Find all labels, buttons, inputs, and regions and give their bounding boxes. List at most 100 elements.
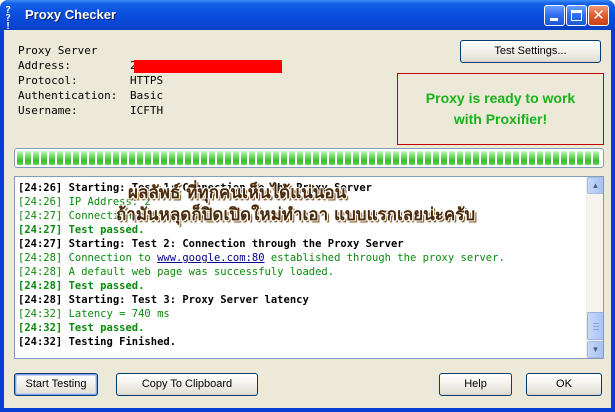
client-area: Proxy Server Address:2 Protocol:HTTPS Au…	[4, 30, 611, 408]
progress-segment	[65, 151, 71, 165]
progress-segment	[393, 151, 399, 165]
start-testing-button[interactable]: Start Testing	[14, 373, 98, 396]
info-label: Protocol:	[18, 74, 78, 87]
close-button[interactable]: ✕	[588, 5, 609, 26]
scroll-up-button[interactable]: ▲	[587, 177, 603, 194]
progress-segment	[289, 151, 295, 165]
info-label: Username:	[18, 104, 78, 117]
progress-segment	[161, 151, 167, 165]
log-line: [24:28] Test passed.	[18, 280, 145, 292]
progress-segment	[121, 151, 127, 165]
progress-segment	[417, 151, 423, 165]
log-line: [24:32] Latency = 740 ms	[18, 308, 170, 320]
log-link[interactable]: www.google.com:80	[157, 252, 264, 264]
progress-segment	[193, 151, 199, 165]
progress-segment	[297, 151, 303, 165]
progress-segment	[353, 151, 359, 165]
progress-segment	[585, 151, 591, 165]
progress-segment	[425, 151, 431, 165]
progress-segment	[33, 151, 39, 165]
log-lines: [24:26] Starting: Test 1: Connection to …	[18, 181, 584, 349]
progress-segment	[401, 151, 407, 165]
progress-segment	[113, 151, 119, 165]
progress-segment	[481, 151, 487, 165]
progress-segment	[233, 151, 239, 165]
test-settings-button[interactable]: Test Settings...	[460, 40, 601, 63]
status-line-1: Proxy is ready to work	[425, 90, 576, 106]
progress-segment	[185, 151, 191, 165]
grip-line	[593, 329, 599, 330]
progress-segment	[265, 151, 271, 165]
progress-segment	[449, 151, 455, 165]
progress-segment	[561, 151, 567, 165]
close-icon: ✕	[592, 6, 605, 24]
log-line: [24:27] Test passed.	[18, 224, 145, 236]
info-value: ICFTH	[130, 104, 164, 117]
log-line: [24:28] A default web page was successfu…	[18, 266, 335, 278]
ok-button[interactable]: OK	[526, 373, 602, 396]
progress-segment	[505, 151, 511, 165]
progress-segment	[281, 151, 287, 165]
progress-segment	[409, 151, 415, 165]
progress-segment	[441, 151, 447, 165]
progress-segment	[369, 151, 375, 165]
progress-segment	[225, 151, 231, 165]
title-bar[interactable]: ? ? ! Proxy Checker ✕	[0, 0, 615, 32]
progress-segment	[537, 151, 543, 165]
log-line: [24:32] Test passed.	[18, 322, 145, 334]
progress-segment	[361, 151, 367, 165]
minimize-icon	[550, 18, 558, 21]
log-line: [24:27] Starting: Test 2: Connection thr…	[18, 238, 404, 250]
progress-segment	[89, 151, 95, 165]
progress-segment	[377, 151, 383, 165]
progress-segment	[257, 151, 263, 165]
progress-segment	[497, 151, 503, 165]
window-title: Proxy Checker	[25, 7, 117, 22]
log-line: [24:28] Starting: Test 3: Proxy Server l…	[18, 294, 309, 306]
info-label: Address:	[18, 59, 71, 72]
progress-bar	[14, 148, 604, 168]
app-icon: ? ? !	[5, 5, 11, 32]
progress-segment	[201, 151, 207, 165]
progress-segment	[145, 151, 151, 165]
log-scrollbar[interactable]: ▲ ▼	[586, 177, 603, 358]
proxy-checker-window: ? ? ! Proxy Checker ✕ Proxy Server Addre…	[0, 0, 615, 412]
progress-segment	[57, 151, 63, 165]
progress-segment	[137, 151, 143, 165]
scroll-down-button[interactable]: ▼	[587, 341, 603, 358]
progress-segment	[73, 151, 79, 165]
log-line: [24:27] Connection established	[18, 210, 208, 222]
copy-to-clipboard-button[interactable]: Copy To Clipboard	[116, 373, 258, 396]
info-row-username: Username: ICFTH	[18, 104, 163, 119]
progress-segment	[545, 151, 551, 165]
progress-segment	[577, 151, 583, 165]
info-row-protocol: Protocol: HTTPS	[18, 74, 163, 89]
log-line: [24:26] Starting: Test 1: Connection to …	[18, 182, 373, 194]
progress-segment	[25, 151, 31, 165]
log-panel[interactable]: [24:26] Starting: Test 1: Connection to …	[14, 176, 604, 359]
progress-segment	[209, 151, 215, 165]
scroll-thumb[interactable]	[587, 312, 603, 340]
progress-segment	[177, 151, 183, 165]
progress-segment	[433, 151, 439, 165]
progress-segment	[521, 151, 527, 165]
log-text: [24:28] Connection to	[18, 252, 158, 264]
progress-segment	[529, 151, 535, 165]
log-line: [24:28] Connection to www.google.com:80 …	[18, 251, 584, 265]
info-row-authentication: Authentication: Basic	[18, 89, 163, 104]
maximize-button[interactable]	[566, 5, 587, 26]
info-row-proxy-server: Proxy Server	[18, 44, 163, 59]
progress-segment	[97, 151, 103, 165]
progress-segment	[553, 151, 559, 165]
progress-segment	[593, 151, 599, 165]
progress-segment	[473, 151, 479, 165]
progress-segment	[153, 151, 159, 165]
minimize-button[interactable]	[544, 5, 565, 26]
help-button[interactable]: Help	[439, 373, 512, 396]
redaction-bar	[134, 60, 282, 73]
log-line: [24:32] Testing Finished.	[18, 336, 177, 348]
info-value: Basic	[130, 89, 164, 102]
grip-line	[593, 326, 599, 327]
progress-segment	[41, 151, 47, 165]
progress-segment	[385, 151, 391, 165]
